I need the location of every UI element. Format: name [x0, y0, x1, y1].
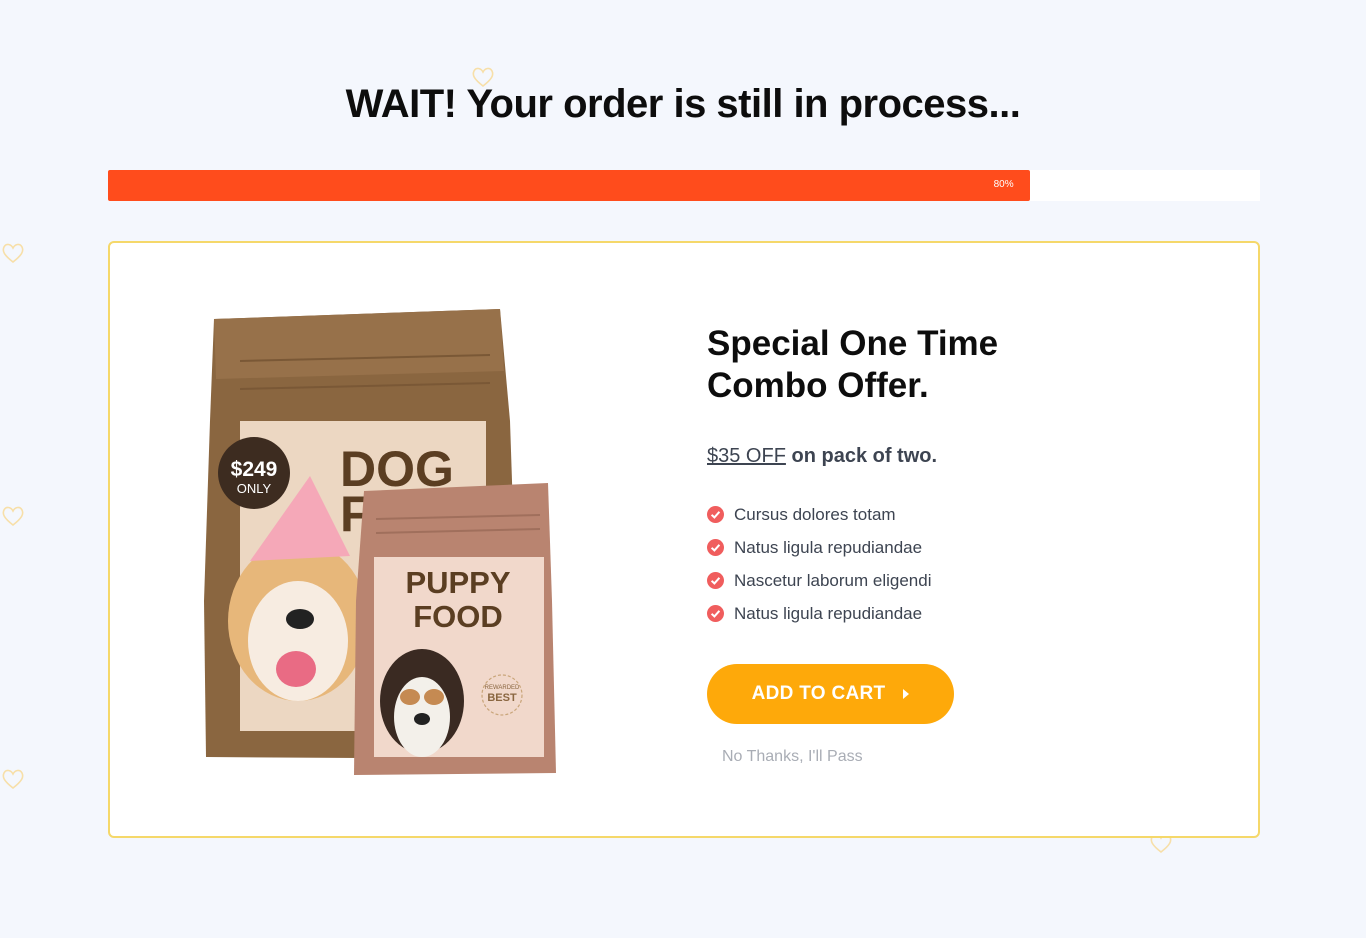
discount-amount: $35 OFF [707, 445, 786, 467]
feature-text: Cursus dolores totam [734, 504, 896, 524]
progress-percent-label: 80% [993, 179, 1014, 190]
add-to-cart-button[interactable]: ADD TO CART [707, 664, 954, 724]
award-main-text: BEST [487, 692, 517, 704]
feature-item: Cursus dolores totam [707, 498, 1187, 531]
feature-text: Natus ligula repudiandae [734, 537, 923, 557]
feature-item: Nascetur laborum eligendi [707, 564, 1187, 597]
small-bag-label-2: FOOD [413, 599, 503, 634]
order-progress-bar: 80% [108, 170, 1260, 201]
offer-card: $249 ONLY DOG F PUPPY FOOD REWARDED BEST… [108, 241, 1260, 838]
feature-text: Nascetur laborum eligendi [734, 570, 932, 590]
product-image: $249 ONLY DOG F PUPPY FOOD REWARDED BEST [204, 309, 556, 775]
offer-heading-line-1: Special One Time [707, 324, 999, 363]
price-badge-sub: ONLY [237, 481, 272, 496]
heart-outline-icon [2, 769, 24, 790]
check-circle-icon [707, 539, 724, 556]
caret-right-icon [903, 689, 910, 699]
offer-heading: Special One Time Combo Offer. [707, 323, 1187, 407]
check-circle-icon [707, 572, 724, 589]
progress-fill: 80% [108, 170, 1030, 201]
feature-item: Natus ligula repudiandae [707, 531, 1187, 564]
offer-heading-line-2: Combo Offer. [707, 366, 929, 405]
feature-list: Cursus dolores totam Natus ligula repudi… [707, 498, 1187, 630]
feature-text: Natus ligula repudiandae [734, 603, 923, 623]
discount-suffix: on pack of two. [791, 445, 938, 467]
heart-outline-icon [2, 243, 24, 264]
check-circle-icon [707, 506, 724, 523]
check-circle-icon [707, 605, 724, 622]
price-badge-amount: $249 [231, 458, 278, 481]
award-top-text: REWARDED [485, 685, 520, 691]
decline-offer-link[interactable]: No Thanks, I'll Pass [722, 748, 1187, 766]
page-title: WAIT! Your order is still in process... [345, 82, 1021, 126]
feature-item: Natus ligula repudiandae [707, 597, 1187, 630]
discount-line: $35 OFF on pack of two. [707, 445, 1187, 468]
add-to-cart-label: ADD TO CART [751, 683, 886, 704]
small-bag-label: PUPPY [405, 565, 510, 600]
offer-details: Special One Time Combo Offer. $35 OFF on… [707, 323, 1187, 766]
heart-outline-icon [2, 506, 24, 527]
